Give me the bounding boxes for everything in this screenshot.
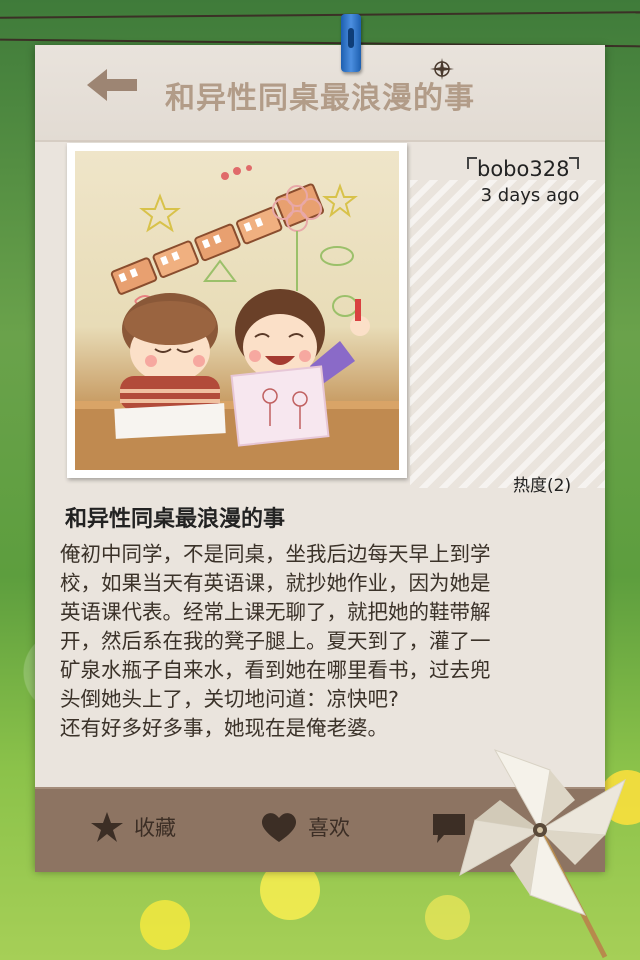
clothesline (0, 11, 640, 19)
header-bar: 和异性同桌最浪漫的事 (35, 45, 605, 142)
like-label: 喜欢 (308, 816, 350, 840)
heat-count: 热度(2) (513, 476, 572, 496)
post-photo[interactable] (67, 143, 407, 478)
favorite-label: 收藏 (134, 816, 176, 840)
pinwheel-decoration (459, 749, 626, 959)
post-time: 3 days ago (480, 185, 580, 206)
body-line: 开，然后系在我的凳子腿上。夏天到了，灌了一 (60, 629, 491, 653)
body-line: 矿泉水瓶子自来水，看到她在哪里看书，过去兜 (60, 658, 491, 682)
post-body: 俺初中同学，不是同桌，坐我后边每天早上到学 校，如果当天有英语课，就抄她作业，因… (60, 540, 585, 743)
back-button[interactable] (85, 65, 140, 105)
body-line: 还有好多好多事，她现在是俺老婆。 (60, 716, 388, 740)
author-name[interactable]: bobo328 (467, 157, 580, 181)
favorite-button[interactable]: 收藏 (90, 811, 176, 843)
author-info: bobo328 3 days ago (467, 157, 580, 206)
compass-icon (430, 58, 454, 80)
star-icon (91, 812, 123, 842)
like-button[interactable]: 喜欢 (260, 811, 350, 843)
body-line: 英语课代表。经常上课无聊了，就把她的鞋带解 (60, 600, 491, 624)
body-line: 俺初中同学，不是同桌，坐我后边每天早上到学 (60, 542, 491, 566)
back-arrow-icon (87, 69, 137, 101)
post-headline: 和异性同桌最浪漫的事 (65, 507, 286, 532)
decorative-stripes (410, 180, 605, 488)
body-line: 校，如果当天有英语课，就抄她作业，因为她是 (60, 571, 491, 595)
clothespin (341, 14, 361, 72)
background-bokeh (140, 900, 190, 950)
illustration-kids-at-desk (75, 151, 399, 470)
heart-icon (261, 813, 297, 842)
body-line: 头倒她头上了，关切地问道：凉快吧? (60, 687, 399, 711)
